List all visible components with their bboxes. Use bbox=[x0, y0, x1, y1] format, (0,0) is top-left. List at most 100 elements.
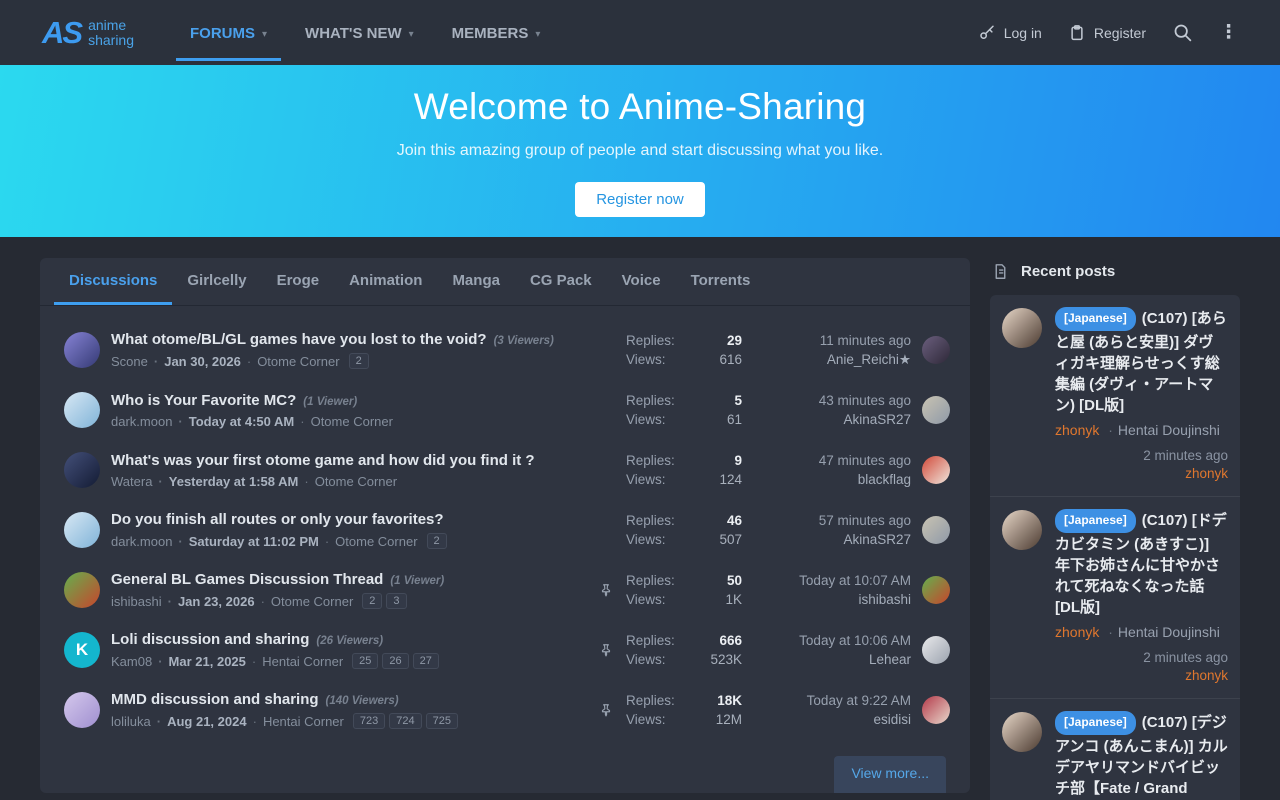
page-badge[interactable]: 2 bbox=[349, 353, 369, 369]
thread-viewers: (140 Viewers) bbox=[326, 695, 399, 707]
register-label: Register bbox=[1094, 25, 1146, 41]
page-badge[interactable]: 27 bbox=[413, 653, 439, 669]
thread-starter-avatar[interactable]: K bbox=[64, 632, 100, 668]
search-button[interactable] bbox=[1172, 22, 1193, 43]
language-tag-pill[interactable]: [Japanese] bbox=[1055, 307, 1136, 331]
thread-title-link[interactable]: Loli discussion and sharing bbox=[111, 631, 309, 648]
replies-count: 29 bbox=[719, 333, 742, 348]
page-badge[interactable]: 2 bbox=[362, 593, 382, 609]
recent-poster-avatar[interactable] bbox=[1002, 510, 1042, 550]
forum-tab[interactable]: Manga bbox=[437, 258, 515, 305]
thread-starter-avatar[interactable] bbox=[64, 332, 100, 368]
last-poster-link[interactable]: ishibashi bbox=[753, 590, 911, 609]
thread-forum-link[interactable]: Hentai Corner bbox=[247, 714, 344, 729]
content-area: Discussions Girlcelly Eroge Animation Ma… bbox=[0, 237, 1280, 800]
thread-author-link[interactable]: dark.moon bbox=[111, 534, 172, 549]
last-poster-avatar[interactable] bbox=[922, 456, 950, 484]
recent-post-poster-link[interactable]: zhonyk bbox=[1002, 667, 1228, 685]
forum-tab[interactable]: Eroge bbox=[262, 258, 335, 305]
thread-forum-link[interactable]: Otome Corner bbox=[294, 414, 393, 429]
page-badge[interactable]: 3 bbox=[386, 593, 406, 609]
overflow-menu-button[interactable]: ⋮ bbox=[1219, 23, 1238, 42]
thread-author-link[interactable]: Watera bbox=[111, 474, 152, 489]
last-post-time-link[interactable]: 11 minutes ago bbox=[753, 331, 911, 350]
nav-item[interactable]: MEMBERS ▾ bbox=[438, 19, 555, 61]
register-button[interactable]: Register bbox=[1068, 24, 1146, 42]
thread-forum-link[interactable]: Otome Corner bbox=[241, 354, 340, 369]
last-post-time-link[interactable]: 47 minutes ago bbox=[753, 451, 911, 470]
page-badge[interactable]: 26 bbox=[382, 653, 408, 669]
register-now-button[interactable]: Register now bbox=[575, 182, 705, 217]
tab-label: Discussions bbox=[69, 272, 157, 289]
last-post-time-link[interactable]: 57 minutes ago bbox=[753, 511, 911, 530]
thread-author-link[interactable]: loliluka bbox=[111, 714, 151, 729]
recent-poster-avatar[interactable] bbox=[1002, 712, 1042, 752]
page-badge[interactable]: 724 bbox=[389, 713, 421, 729]
last-post-time-link[interactable]: Today at 10:06 AM bbox=[753, 631, 911, 650]
language-tag-pill[interactable]: [Japanese] bbox=[1055, 711, 1136, 735]
forum-tab[interactable]: Torrents bbox=[676, 258, 766, 305]
forum-tab[interactable]: Discussions bbox=[54, 258, 172, 305]
nav-item[interactable]: WHAT'S NEW ▾ bbox=[291, 19, 428, 61]
thread-title-link[interactable]: What's was your first otome game and how… bbox=[111, 452, 535, 469]
forum-tab[interactable]: Girlcelly bbox=[172, 258, 261, 305]
replies-label: Replies: bbox=[626, 453, 719, 468]
thread-author-link[interactable]: Kam08 bbox=[111, 654, 152, 669]
site-logo[interactable]: AS anime sharing bbox=[42, 17, 134, 48]
last-poster-avatar[interactable] bbox=[922, 576, 950, 604]
thread-starter-avatar[interactable] bbox=[64, 572, 100, 608]
last-poster-link[interactable]: blackflag bbox=[753, 470, 911, 489]
recent-author-link[interactable]: zhonyk bbox=[1055, 624, 1099, 640]
thread-author-link[interactable]: dark.moon bbox=[111, 414, 172, 429]
recent-poster-avatar[interactable] bbox=[1002, 308, 1042, 348]
forum-tab[interactable]: CG Pack bbox=[515, 258, 607, 305]
page-badge[interactable]: 25 bbox=[352, 653, 378, 669]
thread-author-link[interactable]: Scone bbox=[111, 354, 148, 369]
thread-starter-avatar[interactable] bbox=[64, 392, 100, 428]
last-post-time-link[interactable]: 43 minutes ago bbox=[753, 391, 911, 410]
last-poster-avatar[interactable] bbox=[922, 336, 950, 364]
thread-starter-avatar[interactable] bbox=[64, 512, 100, 548]
pin-wrap bbox=[597, 523, 615, 537]
recent-author-link[interactable]: zhonyk bbox=[1055, 422, 1099, 438]
thread-title-link[interactable]: MMD discussion and sharing bbox=[111, 691, 319, 708]
last-poster-avatar[interactable] bbox=[922, 636, 950, 664]
last-post-time-link[interactable]: Today at 10:07 AM bbox=[753, 571, 911, 590]
recent-post-poster-link[interactable]: zhonyk bbox=[1002, 465, 1228, 483]
login-button[interactable]: Log in bbox=[978, 24, 1042, 42]
thread-forum-link[interactable]: Otome Corner bbox=[255, 594, 354, 609]
last-poster-link[interactable]: Lehear bbox=[753, 650, 911, 669]
thread-starter-avatar[interactable] bbox=[64, 452, 100, 488]
thread-forum-link[interactable]: Otome Corner bbox=[298, 474, 397, 489]
forum-tab[interactable]: Animation bbox=[334, 258, 437, 305]
last-poster-link[interactable]: AkinaSR27 bbox=[753, 530, 911, 549]
last-poster-link[interactable]: esidisi bbox=[753, 710, 911, 729]
views-count: 507 bbox=[719, 532, 742, 547]
page-badge[interactable]: 725 bbox=[426, 713, 458, 729]
last-poster-link[interactable]: Anie_Reichi★ bbox=[753, 350, 911, 369]
thread-author-link[interactable]: ishibashi bbox=[111, 594, 162, 609]
last-poster-avatar[interactable] bbox=[922, 396, 950, 424]
thread-starter-avatar[interactable] bbox=[64, 692, 100, 728]
nav-item[interactable]: FORUMS ▾ bbox=[176, 19, 281, 61]
thread-meta: Watera Yesterday at 1:58 AM Otome Corner bbox=[111, 474, 586, 489]
last-post-time-link[interactable]: Today at 9:22 AM bbox=[753, 691, 911, 710]
last-poster-avatar[interactable] bbox=[922, 516, 950, 544]
forum-tab[interactable]: Voice bbox=[607, 258, 676, 305]
thread-forum-link[interactable]: Hentai Corner bbox=[246, 654, 343, 669]
thread-main: Loli discussion and sharing (26 Viewers)… bbox=[111, 631, 586, 669]
page-badge[interactable]: 723 bbox=[353, 713, 385, 729]
thread-forum-link[interactable]: Otome Corner bbox=[319, 534, 418, 549]
thread-title-link[interactable]: Do you finish all routes or only your fa… bbox=[111, 511, 444, 528]
thread-title-link[interactable]: Who is Your Favorite MC? bbox=[111, 392, 296, 409]
last-poster-link[interactable]: AkinaSR27 bbox=[753, 410, 911, 429]
thread-title-link[interactable]: What otome/BL/GL games have you lost to … bbox=[111, 331, 487, 348]
page-badge[interactable]: 2 bbox=[427, 533, 447, 549]
language-tag-pill[interactable]: [Japanese] bbox=[1055, 509, 1136, 533]
recent-forum-link[interactable]: Hentai Doujinshi bbox=[1103, 422, 1220, 438]
recent-forum-link[interactable]: Hentai Doujinshi bbox=[1103, 624, 1220, 640]
thread-title-link[interactable]: General BL Games Discussion Thread bbox=[111, 571, 383, 588]
recent-posts-list: [Japanese](C107) [あらと屋 (あらと安里)] ダヴィガキ理解ら… bbox=[990, 295, 1240, 800]
view-more-button[interactable]: View more... bbox=[834, 756, 946, 793]
last-poster-avatar[interactable] bbox=[922, 696, 950, 724]
